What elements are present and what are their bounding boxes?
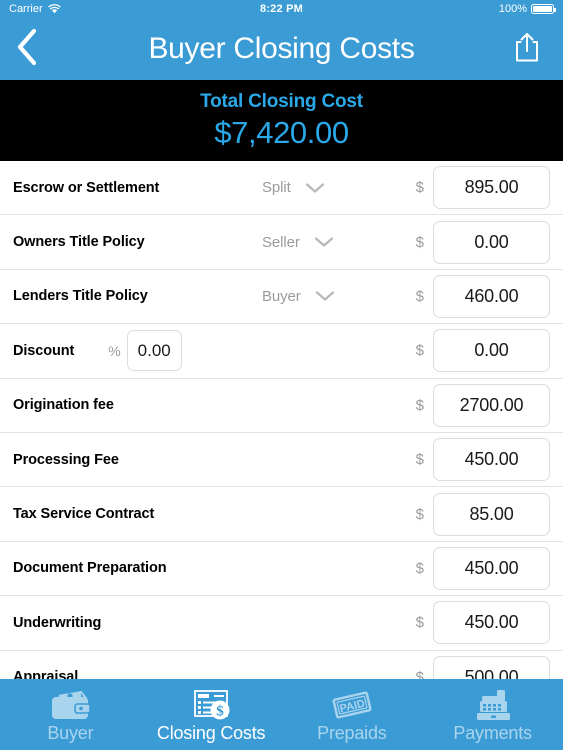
percent-group: % 0.00 xyxy=(108,330,182,372)
battery-percent-label: 100% xyxy=(498,3,527,15)
tab-buyer[interactable]: Buyer xyxy=(0,679,141,750)
row-label: Underwriting xyxy=(13,614,102,631)
amount-group: $85.00 xyxy=(415,492,550,536)
navigation-bar: Buyer Closing Costs xyxy=(0,18,563,80)
currency-symbol: $ xyxy=(415,505,424,523)
closing-cost-row[interactable]: Tax Service Contract $85.00 xyxy=(0,487,563,542)
closing-cost-row[interactable]: Lenders Title Policy Buyer $460.00 xyxy=(0,270,563,325)
closing-cost-row[interactable]: Document Preparation $450.00 xyxy=(0,542,563,597)
closing-cost-row[interactable]: Escrow or Settlement Split $895.00 xyxy=(0,161,563,216)
row-label: Processing Fee xyxy=(13,451,119,468)
payer-selector-value: Buyer xyxy=(262,287,301,305)
row-label: Origination fee xyxy=(13,397,114,414)
currency-symbol: $ xyxy=(415,179,424,197)
closing-cost-row[interactable]: Origination fee $2700.00 xyxy=(0,379,563,433)
row-label: Appraisal xyxy=(13,669,79,679)
closing-costs-list[interactable]: Escrow or Settlement Split $895.00 Owners T… xyxy=(0,161,563,679)
row-label: Discount xyxy=(13,342,75,359)
currency-symbol: $ xyxy=(415,559,424,577)
status-bar: Carrier 8:22 PM 100% xyxy=(0,0,563,18)
total-closing-cost-label: Total Closing Cost xyxy=(200,90,363,112)
chevron-left-icon xyxy=(16,28,38,71)
amount-group: $450.00 xyxy=(415,438,550,482)
share-button[interactable] xyxy=(507,27,547,71)
amount-group: $895.00 xyxy=(415,166,550,210)
share-icon xyxy=(514,31,540,68)
amount-input[interactable]: 0.00 xyxy=(433,329,550,373)
total-closing-cost-banner: Total Closing Cost $7,420.00 xyxy=(0,80,563,161)
row-label: Escrow or Settlement xyxy=(13,179,160,196)
amount-input[interactable]: 450.00 xyxy=(433,438,550,482)
document-dollar-icon: $ xyxy=(189,688,233,722)
cash-register-icon xyxy=(471,688,515,722)
tab-label: Closing Costs xyxy=(156,723,266,743)
status-bar-right: 100% xyxy=(498,3,556,15)
tab-closing-costs[interactable]: $ Closing Costs xyxy=(141,679,282,750)
amount-input[interactable]: 460.00 xyxy=(433,274,550,318)
page-title: Buyer Closing Costs xyxy=(148,32,415,65)
battery-full-icon xyxy=(531,4,556,14)
amount-group: $0.00 xyxy=(415,329,550,373)
currency-symbol: $ xyxy=(415,451,424,469)
amount-group: $2700.00 xyxy=(415,383,550,427)
payer-selector-value: Split xyxy=(262,179,291,197)
currency-symbol: $ xyxy=(415,342,424,360)
row-label: Lenders Title Policy xyxy=(13,288,148,305)
closing-cost-row[interactable]: Processing Fee $450.00 xyxy=(0,433,563,488)
total-closing-cost-value: $7,420.00 xyxy=(214,114,349,150)
row-label: Owners Title Policy xyxy=(13,234,145,251)
currency-symbol: $ xyxy=(415,668,424,679)
svg-text:$: $ xyxy=(216,704,224,720)
payer-selector[interactable]: Buyer xyxy=(262,288,335,305)
amount-group: $460.00 xyxy=(415,274,550,318)
tab-prepaids[interactable]: PAID Prepaids xyxy=(282,679,423,750)
tab-payments[interactable]: Payments xyxy=(422,679,563,750)
currency-symbol: $ xyxy=(415,614,424,632)
amount-input[interactable]: 450.00 xyxy=(433,601,550,645)
closing-cost-row[interactable]: Underwriting $450.00 xyxy=(0,596,563,651)
payer-selector[interactable]: Split xyxy=(262,179,325,196)
currency-symbol: $ xyxy=(415,396,424,414)
chevron-down-icon xyxy=(314,236,334,248)
chevron-down-icon xyxy=(315,290,335,302)
status-bar-time: 8:22 PM xyxy=(260,3,303,15)
amount-input[interactable]: 0.00 xyxy=(433,220,550,264)
closing-cost-row[interactable]: Appraisal $500.00 xyxy=(0,651,563,679)
amount-group: $0.00 xyxy=(415,220,550,264)
tab-label: Payments xyxy=(453,723,532,743)
tab-label: Prepaids xyxy=(317,723,387,743)
amount-group: $450.00 xyxy=(415,546,550,590)
row-label: Document Preparation xyxy=(13,560,167,577)
payer-selector-value: Seller xyxy=(262,233,300,251)
wallet-icon xyxy=(48,688,92,722)
closing-cost-row[interactable]: Owners Title Policy Seller $0.00 xyxy=(0,215,563,270)
amount-group: $500.00 xyxy=(415,655,550,679)
paid-stamp-icon: PAID xyxy=(330,688,374,722)
amount-group: $450.00 xyxy=(415,601,550,645)
closing-cost-row[interactable]: Discount% 0.00 $0.00 xyxy=(0,324,563,379)
back-button[interactable] xyxy=(16,28,58,70)
row-label: Tax Service Contract xyxy=(13,506,155,523)
currency-symbol: $ xyxy=(415,287,424,305)
amount-input[interactable]: 450.00 xyxy=(433,546,550,590)
amount-input[interactable]: 895.00 xyxy=(433,166,550,210)
amount-input[interactable]: 85.00 xyxy=(433,492,550,536)
chevron-down-icon xyxy=(305,182,325,194)
tab-label: Buyer xyxy=(47,723,94,743)
amount-input[interactable]: 500.00 xyxy=(433,655,550,679)
payer-selector[interactable]: Seller xyxy=(262,234,334,251)
percent-symbol: % xyxy=(108,342,121,359)
currency-symbol: $ xyxy=(415,233,424,251)
percent-input[interactable]: 0.00 xyxy=(126,330,182,372)
tab-bar: Buyer $ Closing Costs PAID Prepaids Payments xyxy=(0,679,563,750)
amount-input[interactable]: 2700.00 xyxy=(433,383,550,427)
